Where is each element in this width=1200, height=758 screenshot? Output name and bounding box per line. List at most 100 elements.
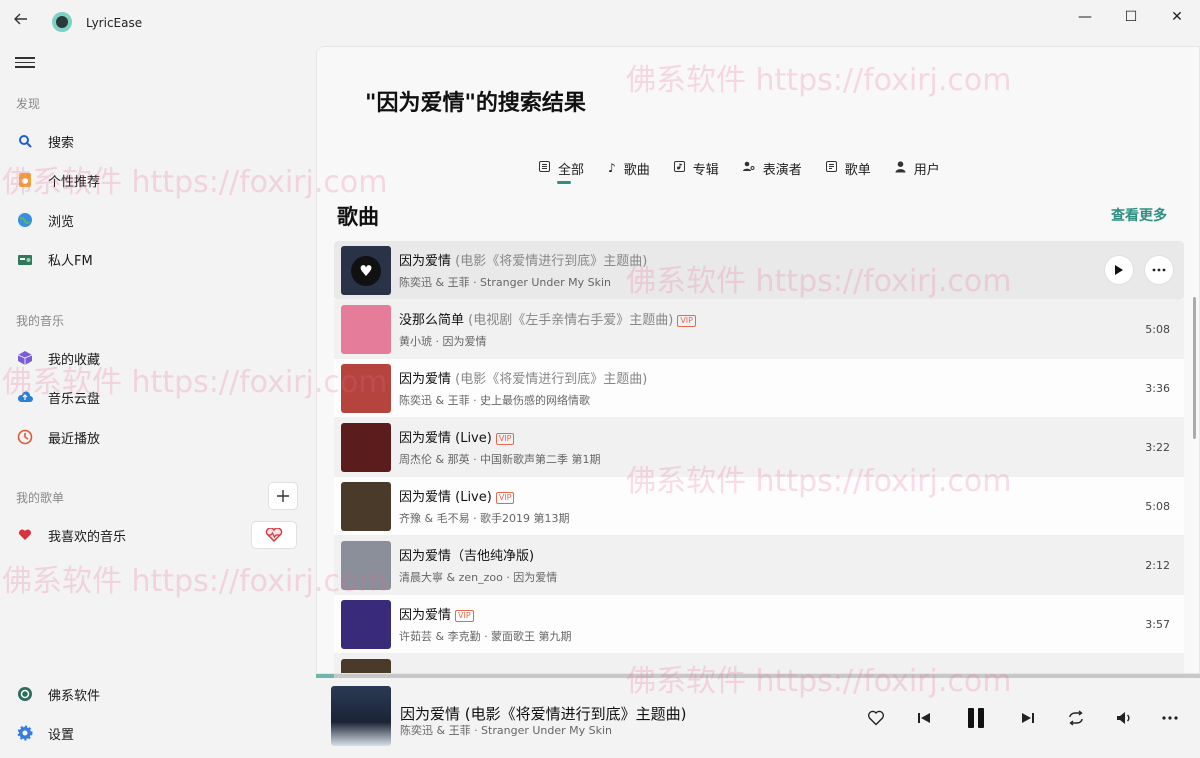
sidebar-item-search[interactable]: 搜索 <box>10 124 300 158</box>
song-row[interactable]: 因为爱情 (电影《将爱情进行到底》主题曲) 陈奕迅 & 王菲 · 史上最伤感的网络… <box>334 359 1184 418</box>
song-more-button[interactable] <box>1144 255 1174 285</box>
like-heart-icon[interactable]: ♥ <box>351 255 381 286</box>
song-info: 因为爱情 (电影《将爱情进行到底》主题曲) 陈奕迅 & 王菲 · Stranger… <box>399 250 647 290</box>
sidebar-item-recommend[interactable]: 个性推荐 <box>10 163 300 197</box>
sidebar-item-label: 搜索 <box>48 135 75 151</box>
maximize-button[interactable]: ☐ <box>1118 6 1144 28</box>
song-title-line: 因为爱情 (Live) VIP <box>399 486 570 505</box>
tab-all[interactable]: 全部 <box>539 155 584 184</box>
minimize-button[interactable]: — <box>1072 6 1098 28</box>
song-cover <box>341 540 391 590</box>
song-title: 因为爱情 <box>399 372 452 387</box>
sidebar-item-collection[interactable]: 我的收藏 <box>10 341 300 375</box>
app-logo-icon <box>52 12 72 32</box>
sidebar-item-label: 设置 <box>48 727 75 743</box>
now-playing-artist[interactable]: 陈奕迅 & 王菲 · Stranger Under My Skin <box>400 722 612 738</box>
song-duration: 2:12 <box>1145 558 1170 572</box>
song-cover <box>341 658 391 673</box>
song-title-line: 因为爱情 (Live) VIP <box>399 427 601 446</box>
song-row[interactable]: 因为爱情 (Live版)VIP <box>334 654 1184 673</box>
song-title: 因为爱情 <box>399 608 452 623</box>
song-title: 因为爱情 (Live) <box>399 431 492 446</box>
more-options-icon[interactable] <box>1160 708 1180 728</box>
user-icon <box>895 160 906 176</box>
back-arrow-icon[interactable] <box>13 11 35 33</box>
volume-icon[interactable] <box>1114 708 1134 728</box>
heartbeat-mode-button[interactable] <box>251 521 297 549</box>
song-row[interactable]: 没那么简单 (电视剧《左手亲情右手爱》主题曲) VIP 黄小琥 · 因为爱情 5:08 <box>334 300 1184 359</box>
like-button[interactable] <box>866 708 886 728</box>
see-more-link[interactable]: 查看更多 <box>1111 205 1167 225</box>
account-icon <box>16 685 34 703</box>
song-subtitle: (电影《将爱情进行到底》主题曲) <box>455 254 648 269</box>
player-bar: 因为爱情 (电影《将爱情进行到底》主题曲) 陈奕迅 & 王菲 · Strange… <box>316 674 1200 758</box>
song-artists[interactable]: 许茹芸 & 李克勤 · 蒙面歌王 第九期 <box>399 628 572 644</box>
pause-button[interactable] <box>964 704 988 732</box>
tab-albums[interactable]: 专辑 <box>673 155 719 181</box>
sidebar-item-settings[interactable]: 设置 <box>10 716 300 750</box>
vip-badge: VIP <box>495 491 515 504</box>
sidebar-item-browse[interactable]: 浏览 <box>10 203 300 237</box>
main-panel: "因为爱情"的搜索结果 全部 ♪ 歌曲 专辑 表演者 歌单 用户 歌曲 查看更多… <box>316 46 1200 674</box>
song-row[interactable]: ♥ 因为爱情 (电影《将爱情进行到底》主题曲) 陈奕迅 & 王菲 · Strange… <box>334 241 1184 300</box>
song-info: 因为爱情 (电影《将爱情进行到底》主题曲) 陈奕迅 & 王菲 · 史上最伤感的网络… <box>399 368 647 408</box>
now-playing-title[interactable]: 因为爱情 (电影《将爱情进行到底》主题曲) <box>400 703 686 724</box>
song-title-line: 因为爱情 VIP <box>399 604 572 623</box>
song-info: 因为爱情（吉他纯净版) 清晨大寧 & zen_zoo · 因为爱情 <box>399 545 557 585</box>
artist-icon <box>742 161 755 175</box>
song-cover <box>341 304 391 354</box>
song-artists[interactable]: 陈奕迅 & 王菲 · 史上最伤感的网络情歌 <box>399 392 647 408</box>
sidebar-item-cloud[interactable]: 音乐云盘 <box>10 380 300 414</box>
progress-fill <box>316 674 334 678</box>
song-duration: 5:08 <box>1145 322 1170 336</box>
tab-songs[interactable]: ♪ 歌曲 <box>608 155 650 181</box>
song-artists[interactable]: 黄小琥 · 因为爱情 <box>399 333 696 349</box>
scrollbar[interactable] <box>1193 297 1196 439</box>
song-artists[interactable]: 清晨大寧 & zen_zoo · 因为爱情 <box>399 569 557 585</box>
song-info: 没那么简单 (电视剧《左手亲情右手爱》主题曲) VIP 黄小琥 · 因为爱情 <box>399 309 696 349</box>
my-playlists-section-label: 我的歌单 <box>16 491 65 505</box>
tab-label: 表演者 <box>762 162 802 178</box>
app-name: LyricEase <box>86 16 143 30</box>
sidebar-item-label: 音乐云盘 <box>48 391 101 407</box>
add-playlist-button[interactable] <box>268 482 298 510</box>
note-icon: ♪ <box>608 161 616 175</box>
song-cover <box>341 481 391 531</box>
song-cover <box>341 422 391 472</box>
sidebar-item-account[interactable]: 佛系软件 <box>10 677 300 711</box>
close-button[interactable]: ✕ <box>1164 6 1190 28</box>
album-icon <box>673 161 685 175</box>
song-row[interactable]: 因为爱情（吉他纯净版) 清晨大寧 & zen_zoo · 因为爱情 2:12 <box>334 536 1184 595</box>
sidebar-item-label: 我喜欢的音乐 <box>48 529 127 545</box>
result-tabs: 全部 ♪ 歌曲 专辑 表演者 歌单 用户 <box>539 155 964 185</box>
song-artists[interactable]: 陈奕迅 & 王菲 · Stranger Under My Skin <box>399 274 647 290</box>
sidebar-item-recent[interactable]: 最近播放 <box>10 420 300 454</box>
now-playing-cover[interactable] <box>331 686 391 746</box>
song-duration: 3:57 <box>1145 617 1170 631</box>
play-song-button[interactable] <box>1104 255 1134 285</box>
song-cover: ♥ <box>341 245 391 295</box>
song-artists[interactable]: 齐豫 & 毛不易 · 歌手2019 第13期 <box>399 510 570 526</box>
songs-heading: 歌曲 <box>337 205 379 229</box>
song-artists[interactable]: 周杰伦 & 那英 · 中国新歌声第二季 第1期 <box>399 451 601 467</box>
heart-icon <box>16 526 34 544</box>
song-title: 没那么简单 <box>399 313 465 328</box>
tab-playlists[interactable]: 歌单 <box>825 155 871 181</box>
song-title: 因为爱情（吉他纯净版) <box>399 549 535 564</box>
next-button[interactable] <box>1018 708 1038 728</box>
song-row[interactable]: 因为爱情 (Live) VIP 周杰伦 & 那英 · 中国新歌声第二季 第1期 3:2… <box>334 418 1184 477</box>
tab-artists[interactable]: 表演者 <box>742 155 802 181</box>
song-row[interactable]: 因为爱情 (Live) VIP 齐豫 & 毛不易 · 歌手2019 第13期 5:08 <box>334 477 1184 536</box>
repeat-icon[interactable] <box>1066 708 1086 728</box>
previous-button[interactable] <box>914 708 934 728</box>
sidebar-item-fm[interactable]: 私人FM <box>10 242 300 276</box>
menu-icon[interactable] <box>15 54 35 70</box>
song-subtitle: (电影《将爱情进行到底》主题曲) <box>455 372 648 387</box>
gear-icon <box>16 724 34 742</box>
globe-icon <box>16 211 34 229</box>
song-title-line: 没那么简单 (电视剧《左手亲情右手爱》主题曲) VIP <box>399 309 696 328</box>
progress-bar[interactable] <box>316 674 1200 678</box>
song-row[interactable]: 因为爱情 VIP 许茹芸 & 李克勤 · 蒙面歌王 第九期 3:57 <box>334 595 1184 654</box>
tab-users[interactable]: 用户 <box>895 155 940 181</box>
song-cover <box>341 599 391 649</box>
